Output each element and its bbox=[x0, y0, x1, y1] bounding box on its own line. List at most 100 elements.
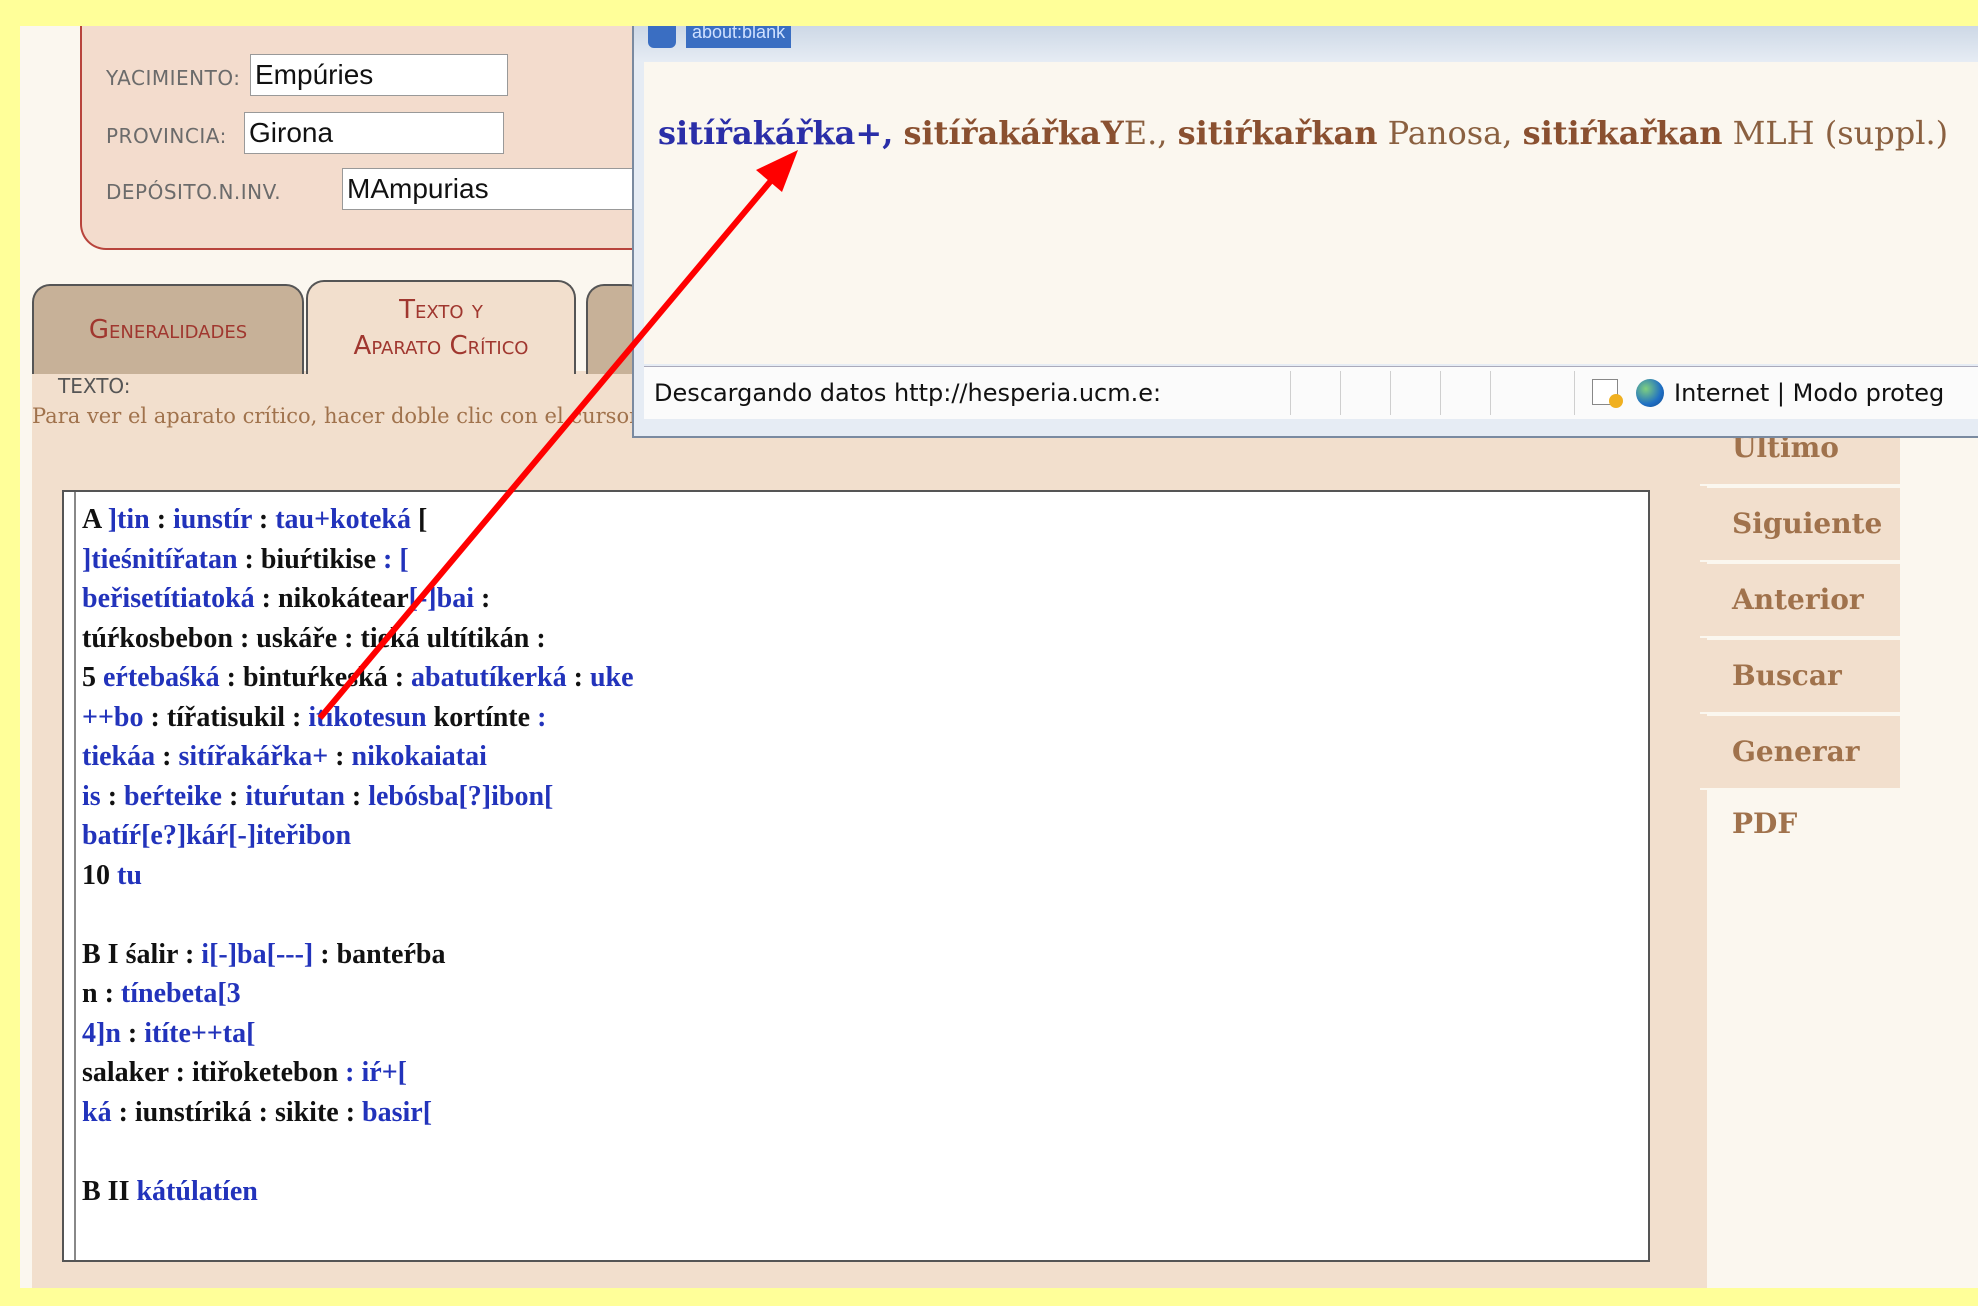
apparatus-section[interactable]: itíkotesun bbox=[308, 702, 426, 733]
apparatus-section[interactable]: : bbox=[530, 702, 546, 733]
apparatus-section[interactable]: tu bbox=[117, 860, 142, 891]
apparatus-section[interactable]: tiekáa bbox=[82, 741, 155, 772]
reading-4: sitiŕkařkan bbox=[1522, 114, 1723, 152]
inscription-segment: sikite bbox=[274, 1096, 339, 1128]
inscription-segment: : bbox=[251, 1096, 275, 1128]
apparatus-section[interactable]: beŕteike bbox=[124, 781, 222, 812]
deposito-field[interactable]: MAmpurias bbox=[342, 168, 642, 210]
inscription-line: tiekáa : sitířakářka+ : nikokaiatai bbox=[82, 737, 634, 777]
popup-content: sitířakářka+, sitířakářkaYE., sitiŕkařka… bbox=[644, 62, 1978, 364]
inscription-segment: : bbox=[285, 701, 309, 733]
apparatus-section[interactable]: batíŕ[e?]káŕ[-]iteřibon bbox=[82, 820, 351, 851]
apparatus-section[interactable]: kátúlatíen bbox=[136, 1176, 257, 1207]
text-gutter bbox=[64, 492, 76, 1260]
inscription-segment: : bbox=[337, 622, 361, 654]
apparatus-section[interactable]: tínebeta[3 bbox=[121, 978, 241, 1009]
status-separator bbox=[1340, 371, 1341, 415]
status-text: Descargando datos http://hesperia.ucm.e: bbox=[654, 379, 1162, 407]
inscription-line: beřisetítiatoká : nikokátear[-]bai : bbox=[82, 579, 634, 619]
inscription-segment: n bbox=[82, 978, 98, 1009]
reading-3: sitiŕkařkan bbox=[1177, 114, 1378, 152]
popup-window[interactable]: about:blank sitířakářka+, sitířakářkaYE.… bbox=[632, 26, 1978, 438]
apparatus-section[interactable]: basir[ bbox=[362, 1097, 432, 1128]
inscription-line: B I śalir : i[-]ba[---] : banteŕba bbox=[82, 935, 634, 975]
tab-generalidades[interactable]: Generalidades bbox=[32, 284, 304, 374]
provincia-field[interactable]: Girona bbox=[244, 112, 504, 154]
apparatus-section[interactable]: 4]n bbox=[82, 1018, 121, 1049]
inscription-segment: : bbox=[566, 662, 590, 693]
inscription-segment: tířatisukil bbox=[166, 701, 286, 733]
inscription-segment: iunstíriká bbox=[134, 1096, 252, 1128]
source-3: Panosa, bbox=[1387, 114, 1513, 152]
apparatus-section[interactable]: : [ bbox=[376, 544, 409, 575]
apparatus-section[interactable]: abatutíkerká bbox=[411, 662, 567, 693]
inscription-segment: salaker bbox=[82, 1057, 169, 1088]
inscription-line: n : tínebeta[3 bbox=[82, 974, 634, 1014]
tab-texto-aparato-critico[interactable]: Texto y Aparato Crítico bbox=[306, 280, 576, 374]
apparatus-section[interactable]: ]tieśnitířatan bbox=[82, 544, 238, 575]
inscription-segment: nikokátear bbox=[277, 583, 409, 614]
inscription-segment: : bbox=[168, 1057, 192, 1088]
inscription-line: ká : iunstíriká : sikite : basir[ bbox=[82, 1093, 634, 1133]
apparatus-section[interactable]: lebósba[?]ibon[ bbox=[368, 781, 553, 812]
inscription-segment: [ bbox=[410, 504, 428, 535]
inscription-segment: tieká ultítikán bbox=[360, 622, 530, 654]
inscription-segment: : bbox=[221, 780, 246, 812]
apparatus-section[interactable]: ++bo bbox=[82, 702, 143, 733]
apparatus-section[interactable]: : bbox=[338, 1057, 361, 1088]
security-zone-text[interactable]: Internet | Modo proteg bbox=[1674, 379, 1944, 407]
apparatus-section[interactable]: itíte++ta[ bbox=[144, 1018, 255, 1049]
status-separator bbox=[1440, 371, 1441, 415]
nav-buscar[interactable]: Buscar bbox=[1700, 640, 1900, 714]
apparatus-section[interactable]: ituŕutan bbox=[245, 781, 345, 812]
yacimiento-field[interactable]: Empúries bbox=[250, 54, 508, 96]
inscription-segment: : bbox=[473, 583, 491, 614]
inscription-segment: : bbox=[328, 741, 352, 772]
tab-texto-line2: Aparato Crítico bbox=[353, 331, 529, 361]
inscription-line bbox=[82, 895, 634, 935]
inscription-segment: : bbox=[177, 938, 202, 970]
page: YACIMIENTO: Empúries PROVINCIA: Girona D… bbox=[20, 26, 1978, 1288]
inscription-segment: bintuŕkeská bbox=[242, 662, 388, 693]
inscription-segment: B I bbox=[82, 938, 126, 970]
apparatus-section[interactable]: tau+koteká bbox=[275, 504, 411, 535]
apparatus-section[interactable]: nikokaiatai bbox=[352, 741, 487, 772]
inscription-segment: : bbox=[149, 504, 174, 535]
ie-page-icon bbox=[648, 26, 676, 48]
apparatus-section[interactable]: is bbox=[82, 781, 101, 812]
nav-generar-pdf[interactable]: Generar PDF bbox=[1700, 716, 1900, 840]
apparatus-section[interactable]: uke bbox=[590, 662, 634, 693]
page-warning-icon[interactable] bbox=[1592, 379, 1623, 408]
inscription-segment: : bbox=[254, 583, 278, 614]
inscription-segment: : bbox=[143, 701, 167, 733]
apparatus-section[interactable]: i[-]ba[---] bbox=[201, 939, 313, 970]
inscription-line: 5 eŕtebaśká : bintuŕkeská : abatutíkerká… bbox=[82, 658, 634, 698]
apparatus-section[interactable]: ]tin bbox=[108, 504, 150, 535]
nav-anterior[interactable]: Anterior bbox=[1700, 564, 1900, 638]
apparatus-section[interactable]: eŕtebaśká bbox=[103, 662, 220, 693]
nav-siguiente[interactable]: Siguiente bbox=[1700, 488, 1900, 562]
apparatus-section[interactable]: [-]bai bbox=[409, 583, 474, 614]
inscription-line: ]tieśnitířatan : biuŕtikise : [ bbox=[82, 540, 634, 580]
inscription-segment: kortínte bbox=[433, 701, 531, 733]
popup-titlebar[interactable]: about:blank bbox=[634, 26, 1978, 62]
apparatus-section[interactable]: beřisetítiatoká bbox=[82, 583, 255, 614]
apparatus-section[interactable]: ká bbox=[82, 1097, 112, 1128]
reading-1: sitířakářka+, bbox=[658, 114, 894, 152]
inscription-line: B II kátúlatíen bbox=[82, 1172, 634, 1212]
inscription-lines: A ]tin : iunstír : tau+koteká []tieśnití… bbox=[82, 500, 634, 1211]
inscription-line: batíŕ[e?]káŕ[-]iteřibon bbox=[82, 816, 634, 856]
apparatus-section[interactable]: iŕ+[ bbox=[361, 1057, 407, 1088]
inscription-segment: : bbox=[313, 938, 337, 970]
apparatus-section[interactable]: sitířakářka+ bbox=[178, 741, 328, 772]
deposito-label: DEPÓSITO.N.INV. bbox=[106, 180, 282, 204]
popup-address[interactable]: about:blank bbox=[686, 26, 792, 48]
provincia-label: PROVINCIA: bbox=[106, 124, 227, 148]
status-separator bbox=[1490, 371, 1491, 415]
inscription-segment: banteŕba bbox=[336, 938, 446, 970]
inscription-line: salaker : itiřoketebon : iŕ+[ bbox=[82, 1053, 634, 1093]
inscription-line: ++bo : tířatisukil : itíkotesun kortínte… bbox=[82, 698, 634, 738]
apparatus-section[interactable]: iunstír bbox=[173, 504, 252, 535]
inscription-segment: biuŕtikise bbox=[260, 543, 376, 575]
reading-2: sitířakářkaY bbox=[903, 114, 1124, 152]
